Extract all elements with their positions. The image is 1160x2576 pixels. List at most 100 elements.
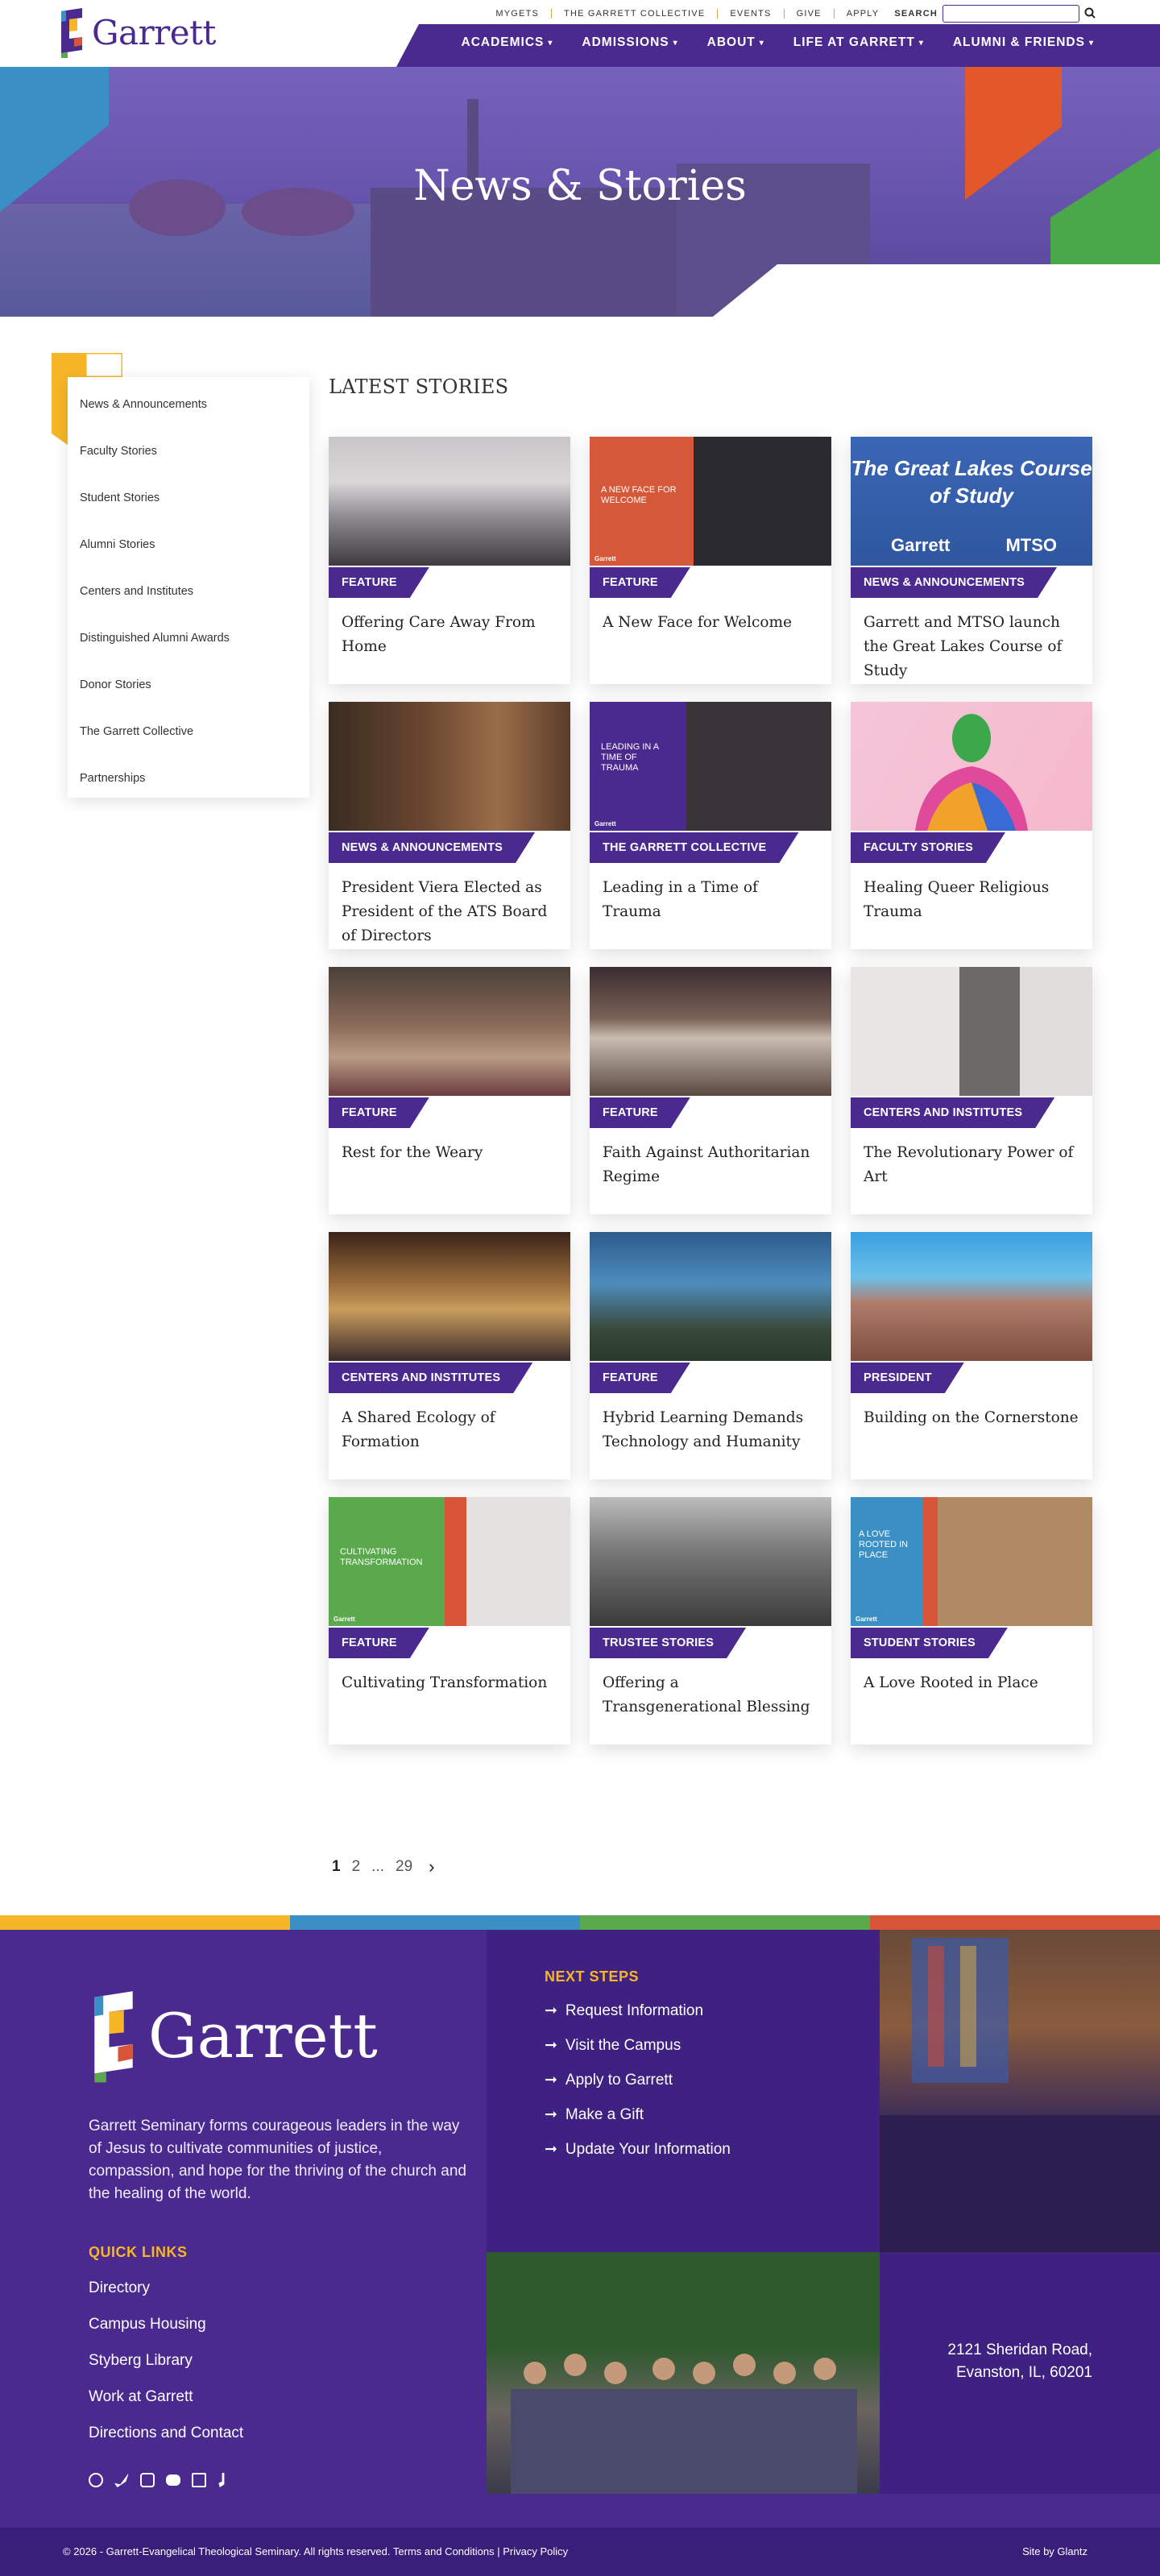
garrett-small-logo: Garrett — [856, 1616, 877, 1623]
sidebar-item-centers-institutes[interactable]: Centers and Institutes — [68, 574, 309, 620]
story-title: Healing Queer Religious Trauma — [864, 879, 1050, 920]
story-category: FEATURE — [590, 1363, 690, 1393]
util-link-events[interactable]: EVENTS — [718, 9, 785, 19]
quick-link-directory[interactable]: Directory — [89, 2279, 467, 2297]
linkedin-icon[interactable] — [192, 2473, 206, 2487]
story-card[interactable]: NEWS & ANNOUNCEMENTS President Viera Ele… — [329, 702, 570, 949]
story-category: FEATURE — [329, 567, 429, 598]
page-link-2[interactable]: 2 — [352, 1858, 361, 1876]
quick-link-directions-contact[interactable]: Directions and Contact — [89, 2425, 467, 2442]
util-link-give[interactable]: GIVE — [785, 9, 835, 19]
site-credit-link[interactable]: Site by Glantz — [1022, 2545, 1088, 2557]
next-step-request-info[interactable]: ➞ Request Information — [545, 2001, 880, 2020]
address-line-2: Evanston, IL, 60201 — [955, 2364, 1092, 2381]
story-card[interactable]: CULTIVATING TRANSFORMATION Garrett FEATU… — [329, 1497, 570, 1744]
story-card[interactable]: A NEW FACE FOR WELCOME Garrett FEATURE A… — [590, 437, 831, 684]
story-card[interactable]: CENTERS AND INSTITUTES A Shared Ecology … — [329, 1232, 570, 1479]
arrow-right-icon: ➞ — [545, 2037, 557, 2054]
story-image — [590, 1497, 831, 1626]
youtube-icon[interactable] — [166, 2474, 180, 2486]
site-header: Garrett MYGETS THE GARRETT COLLECTIVE EV… — [0, 0, 1160, 67]
instagram-icon[interactable] — [140, 2473, 155, 2487]
next-step-update-info[interactable]: ➞ Update Your Information — [545, 2140, 880, 2159]
next-page-icon[interactable]: › — [429, 1856, 434, 1877]
arrow-right-icon: ➞ — [545, 2106, 557, 2123]
search-input[interactable] — [942, 5, 1079, 23]
arrow-right-icon: ➞ — [545, 2141, 557, 2158]
story-image: CULTIVATING TRANSFORMATION Garrett — [329, 1497, 570, 1626]
story-card[interactable]: LEADING IN A TIME OF TRAUMA Garrett THE … — [590, 702, 831, 949]
story-image: LEADING IN A TIME OF TRAUMA Garrett — [590, 702, 831, 831]
address-line-1: 2121 Sheridan Road, — [947, 2342, 1092, 2358]
arrow-right-icon: ➞ — [545, 2002, 557, 2019]
story-title: Offering Care Away From Home — [342, 614, 536, 655]
story-card[interactable]: FACULTY STORIES Healing Queer Religious … — [851, 702, 1092, 949]
footer-color-bar — [0, 1915, 1160, 1930]
next-step-apply[interactable]: ➞ Apply to Garrett — [545, 2071, 880, 2089]
footer-logo[interactable]: Garrett — [89, 1988, 467, 2083]
story-category: FACULTY STORIES — [851, 832, 1005, 863]
quick-links: Directory Campus Housing Styberg Library… — [89, 2279, 467, 2442]
garrett-logo-mark-icon — [58, 6, 85, 58]
sidebar-item-partnerships[interactable]: Partnerships — [68, 761, 309, 807]
sidebar-item-faculty-stories[interactable]: Faculty Stories — [68, 433, 309, 480]
tiktok-icon[interactable] — [218, 2473, 225, 2487]
facebook-icon[interactable] — [89, 2473, 103, 2487]
story-category: THE GARRETT COLLECTIVE — [590, 832, 798, 863]
hero-banner: News & Stories — [0, 67, 1160, 317]
quick-link-work-at-garrett[interactable]: Work at Garrett — [89, 2388, 467, 2406]
next-steps-panel: NEXT STEPS ➞ Request Information ➞ Visit t… — [487, 1930, 880, 2252]
nav-admissions[interactable]: ADMISSIONS ▾ — [582, 35, 677, 50]
sidebar-item-news-announcements[interactable]: News & Announcements — [68, 387, 309, 433]
search-icon[interactable] — [1084, 7, 1096, 21]
next-steps-heading: NEXT STEPS — [545, 1968, 640, 1985]
quick-link-campus-housing[interactable]: Campus Housing — [89, 2316, 467, 2333]
sidebar-item-garrett-collective[interactable]: The Garrett Collective — [68, 714, 309, 761]
story-category: CENTERS AND INSTITUTES — [851, 1097, 1054, 1128]
chevron-down-icon: ▾ — [1088, 38, 1094, 48]
story-card[interactable]: FEATURE Offering Care Away From Home — [329, 437, 570, 684]
page-title: News & Stories — [413, 162, 747, 210]
story-card[interactable]: The Great Lakes Course of Study Garrett … — [851, 437, 1092, 684]
image-caption: CULTIVATING TRANSFORMATION — [340, 1547, 423, 1567]
logo[interactable]: Garrett — [58, 6, 216, 58]
page-link-1[interactable]: 1 — [332, 1858, 341, 1876]
story-card[interactable]: A LOVE ROOTED IN PLACE Garrett STUDENT S… — [851, 1497, 1092, 1744]
story-card[interactable]: FEATURE Rest for the Weary — [329, 967, 570, 1214]
sidebar-item-student-stories[interactable]: Student Stories — [68, 480, 309, 527]
nav-academics[interactable]: ACADEMICS ▾ — [462, 35, 553, 50]
twitter-icon[interactable] — [114, 2473, 129, 2487]
story-card[interactable]: TRUSTEE STORIES Offering a Transgenerati… — [590, 1497, 831, 1744]
next-step-make-gift[interactable]: ➞ Make a Gift — [545, 2105, 880, 2124]
logo-text: Garrett — [92, 12, 216, 52]
util-link-mygets[interactable]: MYGETS — [483, 9, 553, 19]
quick-link-styberg-library[interactable]: Styberg Library — [89, 2352, 467, 2370]
story-image — [851, 1232, 1092, 1361]
sidebar-item-donor-stories[interactable]: Donor Stories — [68, 667, 309, 714]
image-caption: LEADING IN A TIME OF TRAUMA — [601, 742, 659, 773]
stories-grid: FEATURE Offering Care Away From Home A N… — [329, 437, 1092, 1744]
story-card[interactable]: CENTERS AND INSTITUTES The Revolutionary… — [851, 967, 1092, 1214]
sidebar-item-alumni-stories[interactable]: Alumni Stories — [68, 527, 309, 574]
story-category: NEWS & ANNOUNCEMENTS — [329, 832, 535, 863]
nav-alumni-friends[interactable]: ALUMNI & FRIENDS ▾ — [953, 35, 1094, 50]
story-category: PRESIDENT — [851, 1363, 964, 1393]
story-category: CENTERS AND INSTITUTES — [329, 1363, 532, 1393]
arrow-right-icon: ➞ — [545, 2072, 557, 2089]
latest-stories-heading: LATEST STORIES — [329, 375, 509, 398]
story-image — [329, 702, 570, 831]
nav-life-at-garrett[interactable]: LIFE AT GARRETT ▾ — [793, 35, 924, 50]
story-card[interactable]: PRESIDENT Building on the Cornerstone — [851, 1232, 1092, 1479]
story-image — [851, 967, 1092, 1096]
sidebar-item-distinguished-alumni[interactable]: Distinguished Alumni Awards — [68, 620, 309, 667]
util-link-garrett-collective[interactable]: THE GARRETT COLLECTIVE — [552, 9, 719, 19]
story-card[interactable]: FEATURE Faith Against Authoritarian Regi… — [590, 967, 831, 1214]
page-link-29[interactable]: 29 — [396, 1858, 412, 1876]
utility-nav: MYGETS THE GARRETT COLLECTIVE EVENTS GIV… — [483, 5, 1096, 23]
nav-about[interactable]: ABOUT ▾ — [707, 35, 764, 50]
util-link-apply[interactable]: APPLY — [835, 9, 892, 19]
chevron-down-icon: ▾ — [918, 38, 924, 48]
next-step-visit-campus[interactable]: ➞ Visit the Campus — [545, 2036, 880, 2055]
story-card[interactable]: FEATURE Hybrid Learning Demands Technolo… — [590, 1232, 831, 1479]
category-sidebar: News & Announcements Faculty Stories Stu… — [68, 377, 309, 798]
